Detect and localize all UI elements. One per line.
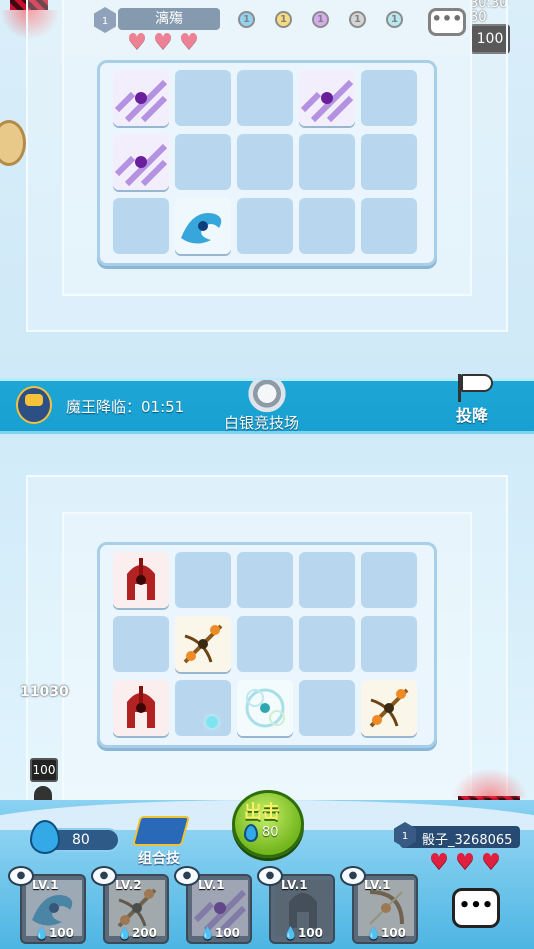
card-cost: 💧100 (34, 926, 74, 940)
player-heart-icon: ♥ (481, 850, 501, 875)
card-level: LV.1 (32, 878, 59, 892)
tower-card[interactable]: LV.1 💧100 (269, 874, 335, 944)
side-avatar-icon[interactable] (0, 120, 26, 166)
board-tile-bubble-icon[interactable] (237, 680, 293, 736)
attack-label[interactable]: 出击 (244, 798, 280, 824)
game-screen: { "opponent": { "name": "漓殤", "rank_badg… (0, 0, 534, 949)
board-empty-cell[interactable] (361, 616, 417, 672)
board-empty-cell[interactable] (237, 616, 293, 672)
chat-button[interactable]: ••• (452, 888, 500, 928)
player-name: 骰子_3268065 (422, 833, 513, 848)
board-tile-red-helmet-icon[interactable] (113, 552, 169, 608)
card-level: LV.1 (198, 878, 225, 892)
board-empty-cell[interactable] (299, 680, 355, 736)
board-empty-cell[interactable] (113, 198, 169, 254)
eye-icon[interactable]: ● (8, 866, 34, 886)
board-empty-cell[interactable] (361, 134, 417, 190)
surrender-button[interactable]: 投降 (456, 402, 488, 426)
card-cost: 💧200 (117, 926, 157, 940)
tower-card[interactable]: LV.2 💧200 (103, 874, 169, 944)
board-empty-cell[interactable] (361, 552, 417, 608)
opponent-board (97, 60, 437, 266)
side-counter: 100 (30, 758, 58, 782)
eye-icon[interactable]: ● (174, 866, 200, 886)
board-tile-purple-chain-icon[interactable] (113, 134, 169, 190)
red-glow (452, 768, 528, 798)
board-empty-cell[interactable] (299, 616, 355, 672)
board-empty-cell[interactable] (175, 70, 231, 126)
tower-card[interactable]: LV.1 💧100 (20, 874, 86, 944)
tower-card[interactable]: LV.1 💧100 (352, 874, 418, 944)
card-level: LV.2 (115, 878, 142, 892)
arena-label: 白银竞技场 (224, 414, 300, 432)
board-tile-purple-chain-icon[interactable] (299, 70, 355, 126)
board-empty-cell[interactable] (175, 134, 231, 190)
board-empty-cell[interactable] (175, 552, 231, 608)
board-empty-cell[interactable] (299, 552, 355, 608)
eye-icon[interactable]: ● (257, 866, 283, 886)
board-tile-crossbow-icon[interactable] (361, 680, 417, 736)
eye-icon[interactable]: ● (91, 866, 117, 886)
board-empty-cell[interactable] (237, 70, 293, 126)
board-empty-cell[interactable] (113, 616, 169, 672)
player-heart-icon: ♥ (455, 850, 475, 875)
board-empty-cell[interactable] (361, 70, 417, 126)
board-tile-blue-wave-icon[interactable] (175, 198, 231, 254)
demon-avatar-icon (16, 386, 52, 424)
mana-drop-icon (30, 820, 60, 854)
demon-countdown: 魔王降临：01:51 (66, 398, 185, 416)
eye-icon[interactable]: ● (340, 866, 366, 886)
board-empty-cell[interactable] (299, 134, 355, 190)
attack-cost: 80 (262, 825, 279, 840)
attack-drop-icon (244, 824, 258, 842)
player-board (97, 542, 437, 748)
projectile-dot (206, 716, 218, 728)
mana-value: 80 (72, 832, 90, 848)
board-empty-cell[interactable] (299, 198, 355, 254)
wave-number: 11030 (20, 684, 69, 700)
board-tile-purple-chain-icon[interactable] (113, 70, 169, 126)
board-empty-cell[interactable] (237, 134, 293, 190)
board-empty-cell[interactable] (361, 198, 417, 254)
tower-card[interactable]: LV.1 💧100 (186, 874, 252, 944)
board-empty-cell[interactable] (237, 198, 293, 254)
board-tile-crossbow-icon[interactable] (175, 616, 231, 672)
card-cost: 💧100 (200, 926, 240, 940)
combo-book-icon[interactable] (131, 816, 191, 846)
board-tile-red-helmet-icon[interactable] (113, 680, 169, 736)
card-level: LV.1 (281, 878, 308, 892)
white-flag-icon[interactable] (454, 372, 496, 402)
trophy-icon (244, 380, 290, 414)
card-cost: 💧100 (366, 926, 406, 940)
board-empty-cell[interactable] (175, 680, 231, 736)
card-level: LV.1 (364, 878, 391, 892)
player-heart-icon: ♥ (429, 850, 449, 875)
combo-button[interactable]: 组合技 (138, 848, 180, 868)
card-cost: 💧100 (283, 926, 323, 940)
board-empty-cell[interactable] (237, 552, 293, 608)
